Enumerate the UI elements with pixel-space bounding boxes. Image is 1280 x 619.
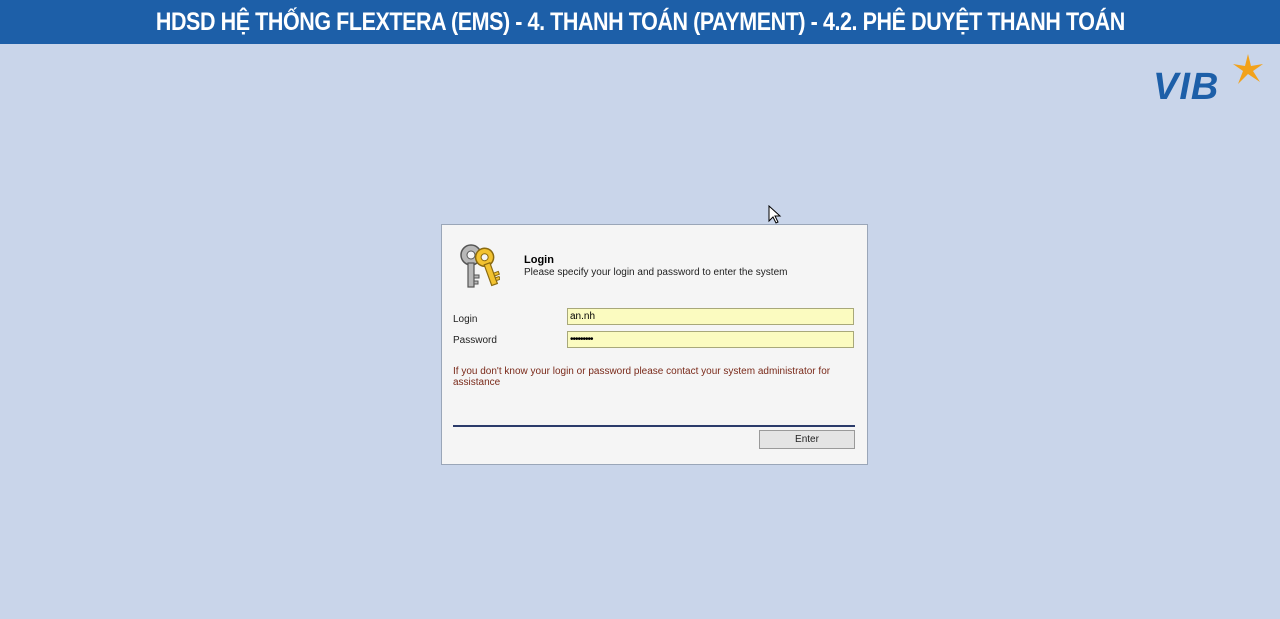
password-input[interactable]: [567, 331, 854, 348]
dialog-subtitle: Please specify your login and password t…: [524, 267, 788, 278]
logo-text: VIB: [1153, 66, 1220, 108]
divider: [453, 425, 855, 427]
star-icon: [1233, 54, 1263, 84]
password-label: Password: [453, 335, 497, 346]
header-banner: HDSD HỆ THỐNG FLEXTERA (EMS) - 4. THANH …: [0, 0, 1280, 44]
banner-title: HDSD HỆ THỐNG FLEXTERA (EMS) - 4. THANH …: [155, 7, 1125, 36]
login-input[interactable]: [567, 308, 854, 325]
login-dialog: Login Please specify your login and pass…: [441, 224, 868, 465]
help-text: If you don't know your login or password…: [453, 366, 831, 388]
login-label: Login: [453, 314, 478, 325]
enter-button[interactable]: Enter: [759, 430, 855, 449]
dialog-title: Login: [524, 254, 554, 266]
keys-icon: [460, 244, 500, 288]
mouse-cursor-icon: [768, 205, 782, 224]
vib-logo: VIB: [1150, 52, 1270, 112]
